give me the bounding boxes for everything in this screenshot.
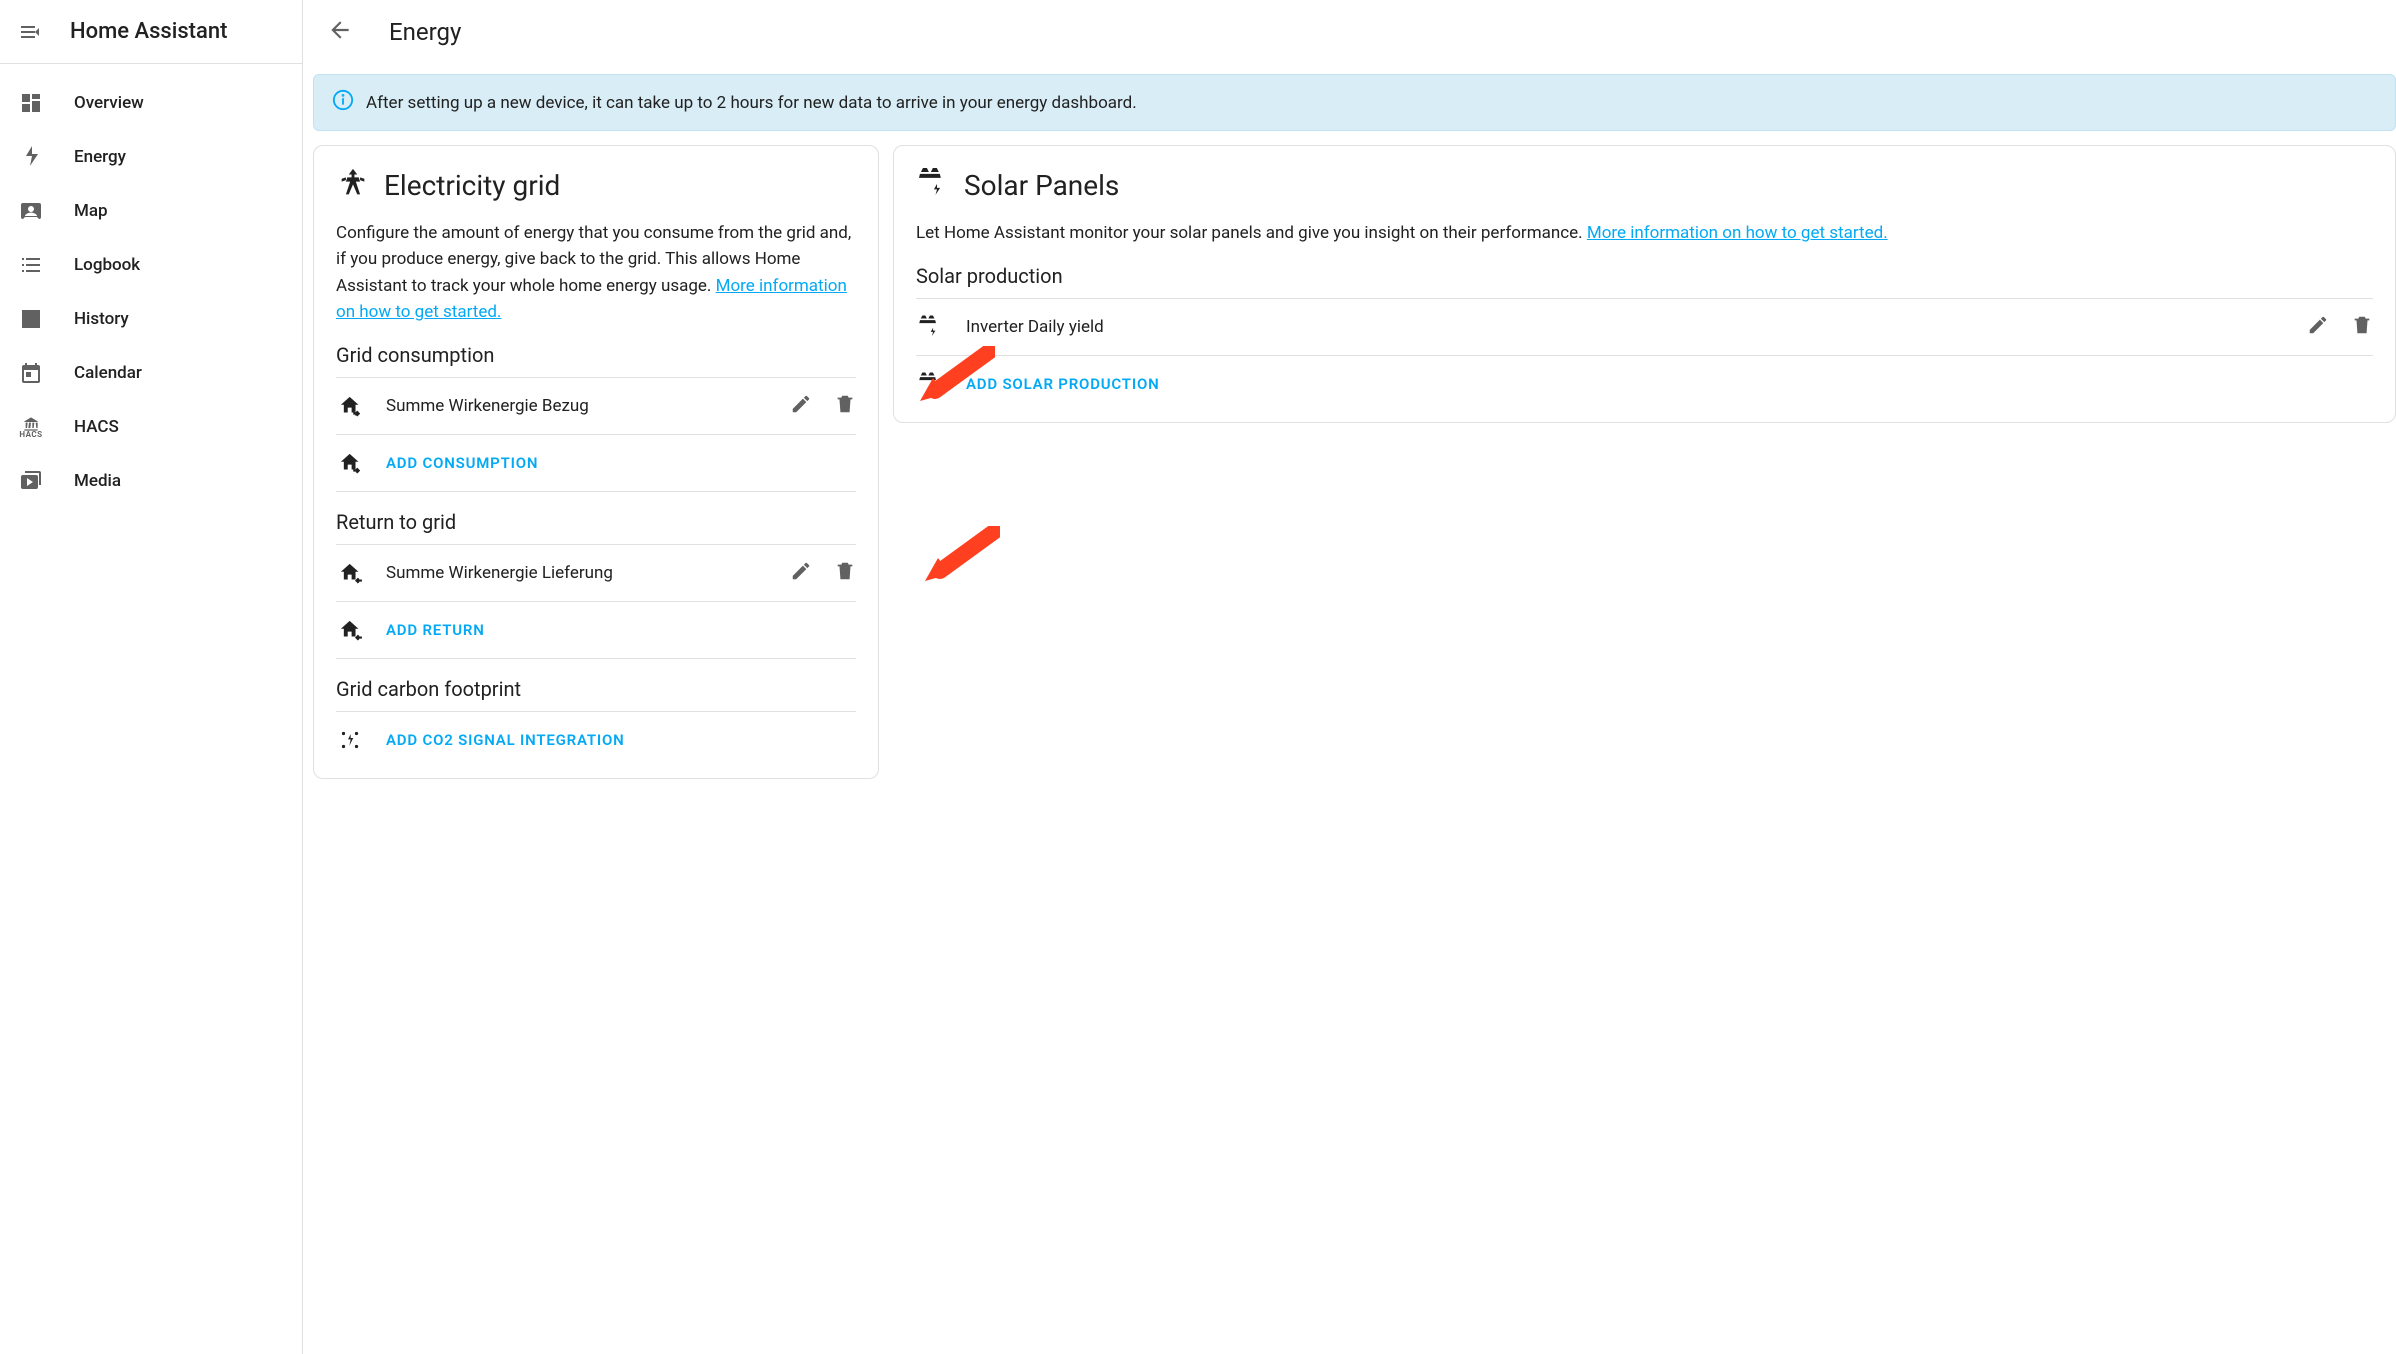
grid-consumption-heading: Grid consumption xyxy=(336,343,856,367)
menu-collapse-icon[interactable] xyxy=(18,20,42,44)
account-box-icon xyxy=(18,198,44,224)
nav-label: History xyxy=(74,309,129,329)
add-consumption-row[interactable]: Add Consumption xyxy=(336,435,856,492)
delete-icon[interactable] xyxy=(834,393,856,419)
home-export-icon xyxy=(336,559,364,587)
info-icon xyxy=(332,89,354,116)
page-title: Energy xyxy=(389,18,461,46)
card-description: Configure the amount of energy that you … xyxy=(336,220,856,325)
calendar-icon xyxy=(18,360,44,386)
flash-icon xyxy=(18,144,44,170)
return-row: Summe Wirkenergie Lieferung xyxy=(336,545,856,602)
dashboard-icon xyxy=(18,90,44,116)
alert-text: After setting up a new device, it can ta… xyxy=(366,93,1137,113)
solar-production-heading: Solar production xyxy=(916,264,2373,288)
card-title: Electricity grid xyxy=(384,169,560,202)
edit-icon[interactable] xyxy=(2307,314,2329,340)
electricity-grid-card: Electricity grid Configure the amount of… xyxy=(313,145,879,779)
solar-item-label: Inverter Daily yield xyxy=(966,317,2285,337)
sidebar: Home Assistant Overview Energy Map Logbo… xyxy=(0,0,303,1354)
main: Energy After setting up a new device, it… xyxy=(303,0,2396,1354)
nav-label: HACS xyxy=(74,417,119,437)
solar-power-icon xyxy=(916,313,944,341)
card-title: Solar Panels xyxy=(964,169,1119,202)
nav-label: Overview xyxy=(74,93,144,113)
nav-item-overview[interactable]: Overview xyxy=(0,76,302,130)
consumption-item-label: Summe Wirkenergie Bezug xyxy=(386,396,768,416)
nav-item-history[interactable]: History xyxy=(0,292,302,346)
return-item-label: Summe Wirkenergie Lieferung xyxy=(386,563,768,583)
card-description: Let Home Assistant monitor your solar pa… xyxy=(916,220,2373,246)
nav-item-calendar[interactable]: Calendar xyxy=(0,346,302,400)
home-import-icon xyxy=(336,392,364,420)
back-arrow-icon[interactable] xyxy=(327,17,353,47)
add-solar-production-row[interactable]: Add Solar Production xyxy=(916,356,2373,412)
solar-panels-card: Solar Panels Let Home Assistant monitor … xyxy=(893,145,2396,423)
hacs-icon: HACS xyxy=(18,414,44,440)
sidebar-header: Home Assistant xyxy=(0,0,302,64)
nav-item-logbook[interactable]: Logbook xyxy=(0,238,302,292)
delete-icon[interactable] xyxy=(834,560,856,586)
add-co2-row[interactable]: Add CO2 signal integration xyxy=(336,712,856,768)
add-co2-label: Add CO2 signal integration xyxy=(386,731,856,749)
nav-label: Logbook xyxy=(74,255,140,275)
list-icon xyxy=(18,252,44,278)
return-heading: Return to grid xyxy=(336,510,856,534)
nav-label: Media xyxy=(74,471,121,491)
solar-power-icon xyxy=(916,166,950,204)
edit-icon[interactable] xyxy=(790,393,812,419)
home-import-icon xyxy=(336,449,364,477)
carbon-heading: Grid carbon footprint xyxy=(336,677,856,701)
nav-label: Map xyxy=(74,201,108,221)
nav-item-hacs[interactable]: HACS HACS xyxy=(0,400,302,454)
home-export-icon xyxy=(336,616,364,644)
nav-item-map[interactable]: Map xyxy=(0,184,302,238)
add-return-row[interactable]: Add Return xyxy=(336,602,856,659)
nav-item-media[interactable]: Media xyxy=(0,454,302,508)
nav-item-energy[interactable]: Energy xyxy=(0,130,302,184)
app-title: Home Assistant xyxy=(70,19,227,44)
delete-icon[interactable] xyxy=(2351,314,2373,340)
nav-label: Calendar xyxy=(74,363,142,383)
content: After setting up a new device, it can ta… xyxy=(303,64,2396,797)
edit-icon[interactable] xyxy=(790,560,812,586)
solar-production-row: Inverter Daily yield xyxy=(916,299,2373,356)
add-consumption-label: Add Consumption xyxy=(386,454,856,472)
nav-label: Energy xyxy=(74,147,126,167)
topbar: Energy xyxy=(303,0,2396,64)
add-return-label: Add Return xyxy=(386,621,856,639)
molecule-co2-icon xyxy=(336,726,364,754)
solar-power-icon xyxy=(916,370,944,398)
play-box-icon xyxy=(18,468,44,494)
more-info-link[interactable]: More information on how to get started. xyxy=(1587,223,1888,243)
transmission-tower-icon xyxy=(336,166,370,204)
nav: Overview Energy Map Logbook History Cale… xyxy=(0,64,302,508)
add-solar-label: Add Solar Production xyxy=(966,375,2373,393)
consumption-row: Summe Wirkenergie Bezug xyxy=(336,378,856,435)
info-alert: After setting up a new device, it can ta… xyxy=(313,74,2396,131)
chart-icon xyxy=(18,306,44,332)
